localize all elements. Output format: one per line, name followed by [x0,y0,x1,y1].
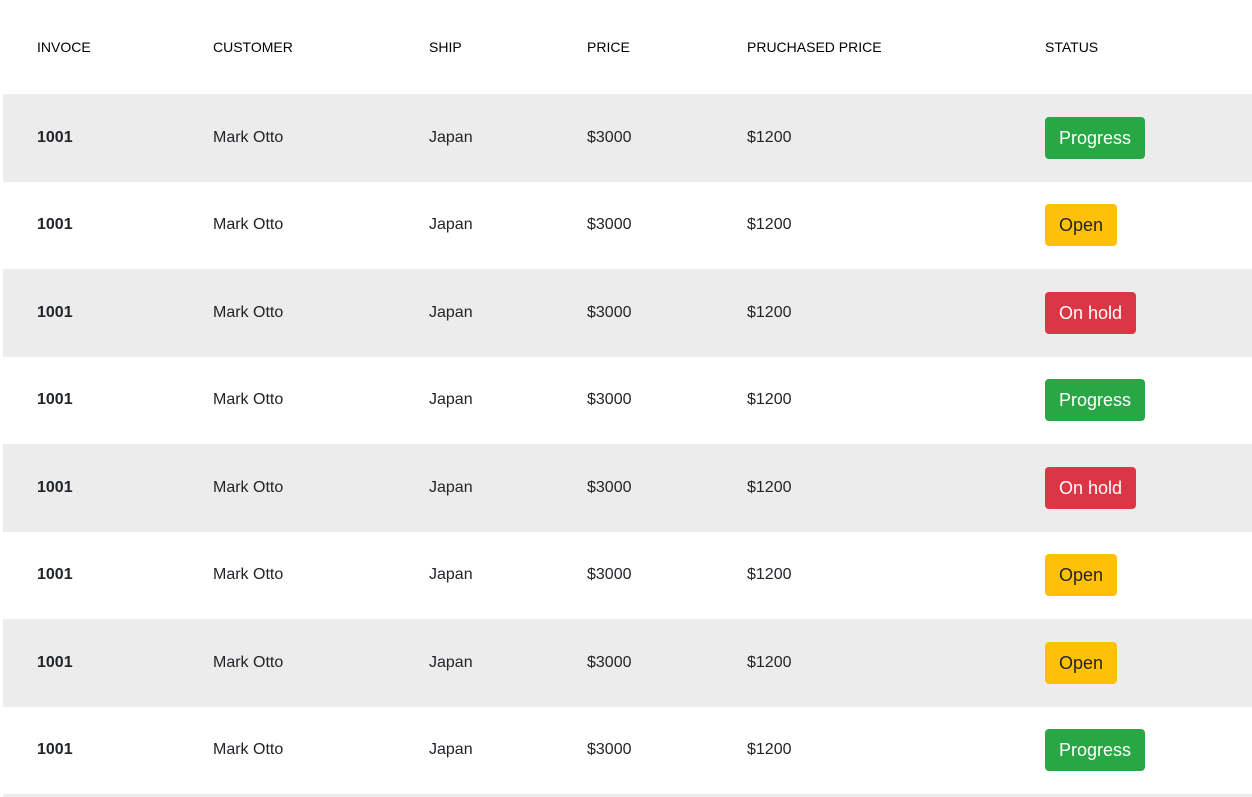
customer-cell: Mark Otto [213,478,284,496]
customer-cell: Mark Otto [213,391,284,409]
status-cell: Progress [1011,357,1252,445]
price-cell: $3000 [587,566,632,584]
status-badge[interactable]: Open [1045,641,1118,684]
header-price: PRICE [587,39,630,55]
table-row: 1001 Mark Otto Japan $3000 $1200 Progres… [3,94,1252,182]
status-badge[interactable]: Progress [1045,729,1146,772]
invoice-cell: 1001 [37,653,73,671]
orders-table: INVOCE CUSTOMER SHIP PRICE PRUCHASED PRI… [3,0,1252,794]
purchased-price-cell: $1200 [747,216,792,234]
table-row: 1001 Mark Otto Japan $3000 $1200 Progres… [3,707,1252,795]
status-cell: Progress [1011,94,1252,182]
customer-cell: Mark Otto [213,128,284,146]
price-cell: $3000 [587,741,632,759]
price-cell: $3000 [587,391,632,409]
header-purchased-price: PRUCHASED PRICE [747,39,882,55]
table-row: 1001 Mark Otto Japan $3000 $1200 On hold [3,269,1252,357]
ship-cell: Japan [429,128,473,146]
status-badge[interactable]: Open [1045,554,1118,597]
purchased-price-cell: $1200 [747,653,792,671]
price-cell: $3000 [587,303,632,321]
status-cell: On hold [1011,444,1252,532]
customer-cell: Mark Otto [213,653,284,671]
header-customer: CUSTOMER [213,39,293,55]
invoice-cell: 1001 [37,478,73,496]
customer-cell: Mark Otto [213,303,284,321]
status-cell: Open [1011,619,1252,707]
invoice-cell: 1001 [37,566,73,584]
invoice-cell: 1001 [37,216,73,234]
price-cell: $3000 [587,128,632,146]
table-body: 1001 Mark Otto Japan $3000 $1200 Progres… [3,94,1252,794]
purchased-price-cell: $1200 [747,391,792,409]
orders-table-container: INVOCE CUSTOMER SHIP PRICE PRUCHASED PRI… [3,0,1252,797]
table-row: 1001 Mark Otto Japan $3000 $1200 Open [3,619,1252,707]
price-cell: $3000 [587,216,632,234]
header-row: INVOCE CUSTOMER SHIP PRICE PRUCHASED PRI… [3,0,1252,94]
status-cell: Open [1011,182,1252,270]
status-badge[interactable]: Open [1045,204,1118,247]
status-badge[interactable]: Progress [1045,379,1146,422]
table-row: 1001 Mark Otto Japan $3000 $1200 Open [3,532,1252,620]
status-badge[interactable]: Progress [1045,116,1146,159]
purchased-price-cell: $1200 [747,478,792,496]
ship-cell: Japan [429,303,473,321]
ship-cell: Japan [429,216,473,234]
header-ship: SHIP [429,39,462,55]
customer-cell: Mark Otto [213,566,284,584]
table-row: 1001 Mark Otto Japan $3000 $1200 On hold [3,444,1252,532]
ship-cell: Japan [429,391,473,409]
purchased-price-cell: $1200 [747,566,792,584]
purchased-price-cell: $1200 [747,741,792,759]
invoice-cell: 1001 [37,391,73,409]
invoice-cell: 1001 [37,741,73,759]
status-badge[interactable]: On hold [1045,466,1137,509]
ship-cell: Japan [429,653,473,671]
ship-cell: Japan [429,741,473,759]
invoice-cell: 1001 [37,303,73,321]
ship-cell: Japan [429,478,473,496]
status-cell: On hold [1011,269,1252,357]
header-invoice: INVOCE [37,39,91,55]
invoice-cell: 1001 [37,128,73,146]
table-row: 1001 Mark Otto Japan $3000 $1200 Progres… [3,357,1252,445]
price-cell: $3000 [587,653,632,671]
status-badge[interactable]: On hold [1045,291,1137,334]
status-cell: Open [1011,532,1252,620]
purchased-price-cell: $1200 [747,303,792,321]
status-cell: Progress [1011,707,1252,795]
ship-cell: Japan [429,566,473,584]
customer-cell: Mark Otto [213,216,284,234]
price-cell: $3000 [587,478,632,496]
table-row: 1001 Mark Otto Japan $3000 $1200 Open [3,182,1252,270]
purchased-price-cell: $1200 [747,128,792,146]
customer-cell: Mark Otto [213,741,284,759]
header-status: STATUS [1045,39,1099,55]
table-header: INVOCE CUSTOMER SHIP PRICE PRUCHASED PRI… [3,0,1252,94]
